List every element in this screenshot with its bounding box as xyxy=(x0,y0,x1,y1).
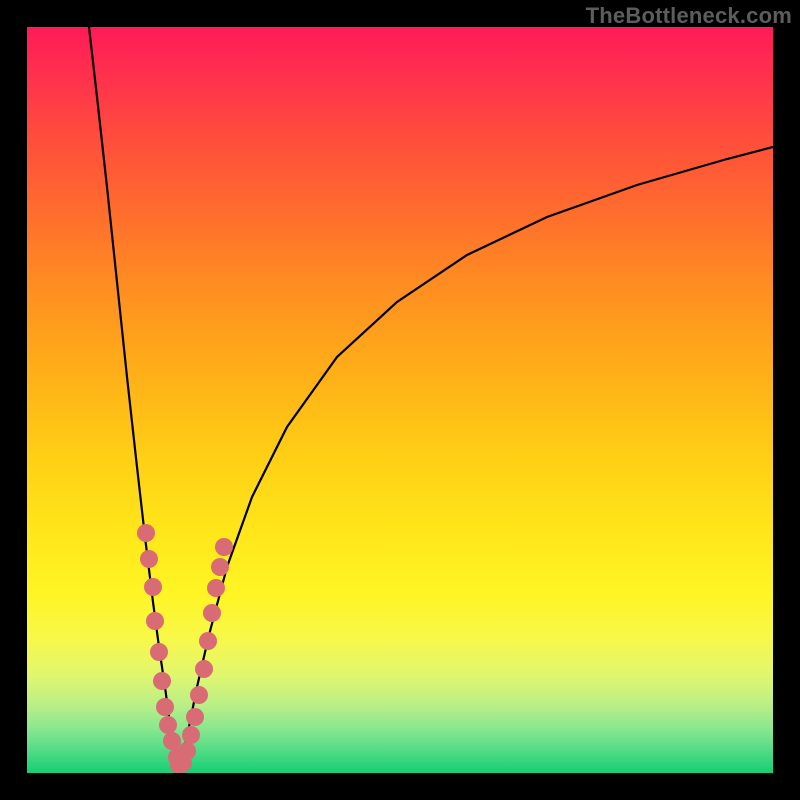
data-point xyxy=(156,698,174,716)
data-point xyxy=(178,742,196,760)
watermark-text: TheBottleneck.com xyxy=(586,3,792,29)
data-point xyxy=(199,632,217,650)
data-point xyxy=(159,716,177,734)
plot-area xyxy=(27,27,773,773)
data-point xyxy=(146,612,164,630)
data-point xyxy=(190,686,208,704)
data-point xyxy=(182,726,200,744)
data-point xyxy=(186,708,204,726)
data-point xyxy=(137,524,155,542)
chart-svg xyxy=(27,27,773,773)
data-point xyxy=(215,538,233,556)
data-point xyxy=(163,732,181,750)
curve-left-branch xyxy=(89,27,179,773)
curve-right-branch xyxy=(179,147,773,773)
data-point xyxy=(195,660,213,678)
data-point xyxy=(144,578,162,596)
data-point xyxy=(140,550,158,568)
chart-frame: TheBottleneck.com xyxy=(0,0,800,800)
data-point xyxy=(153,672,171,690)
data-point xyxy=(211,558,229,576)
data-points-cluster xyxy=(137,524,233,773)
data-point xyxy=(150,643,168,661)
data-point xyxy=(203,604,221,622)
data-point xyxy=(207,579,225,597)
